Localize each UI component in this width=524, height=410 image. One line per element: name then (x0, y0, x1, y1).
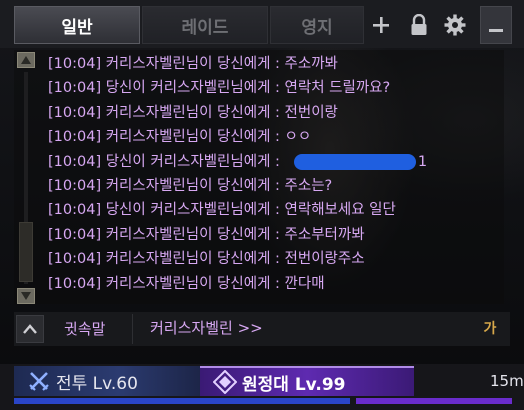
chat-message: [10:04] 커리스자벨린님이 당신에게 : 주소는? (48, 174, 504, 198)
expedition-exp-bar (356, 398, 512, 404)
message-text: 커리스자벨린님이 당신에게 : 깐다매 (105, 275, 325, 292)
crossed-swords-icon (26, 370, 52, 392)
chat-message: [10:04] 당신이 커리스자벨린님에게 : 연락처 드릴까요? (48, 76, 504, 100)
redaction-mark (293, 153, 416, 170)
chat-message: [10:04] 커리스자벨린님이 당신에게 : ㅇㅇ (48, 125, 504, 149)
plus-icon[interactable] (364, 6, 398, 44)
combat-level-tab[interactable]: 전투 Lv.60 (14, 366, 204, 396)
chat-scrollbar[interactable] (17, 52, 37, 304)
message-time: [10:04] (48, 56, 102, 72)
elapsed-time: 15m (490, 372, 524, 390)
chat-message: [10:04] 커리스자벨린님이 당신에게 : 주소까봐 (48, 52, 504, 76)
chat-message: [10:04] 커리스자벨린님이 당신에게 : 전번이랑주소 (48, 247, 504, 271)
expedition-level-label: 원정대 Lv.99 (242, 374, 346, 395)
message-text: 당신이 커리스자벨린님에게 : (105, 153, 280, 170)
gear-icon[interactable] (438, 6, 472, 44)
chat-message: [10:04] 커리스자벨린님이 당신에게 : 주소부터까봐 (48, 223, 504, 247)
expedition-level-tab[interactable]: 원정대 Lv.99 (200, 366, 414, 396)
minimize-icon[interactable] (480, 6, 512, 44)
message-text: 커리스자벨린님이 당신에게 : 주소는? (105, 177, 333, 194)
message-text: 커리스자벨린님이 당신에게 : ㅇㅇ (105, 129, 312, 146)
message-text: 커리스자벨린님이 당신에게 : 주소부터까봐 (105, 226, 365, 243)
message-time: [10:04] (48, 104, 102, 121)
input-divider (132, 314, 133, 344)
chevron-up-icon (23, 324, 37, 334)
tab-estate[interactable]: 영지 (270, 6, 364, 44)
message-time: [10:04] (48, 129, 102, 146)
chat-message: [10:04] 커리스자벨린님이 당신에게 : 전번이랑 (48, 101, 504, 125)
chat-text-input[interactable] (150, 314, 450, 342)
message-text: 당신이 커리스자벨린님에게 : 연락처 드릴까요? (105, 80, 391, 97)
combat-exp-bar (14, 398, 350, 404)
tab-general[interactable]: 일반 (14, 6, 140, 44)
chat-message-list: [10:04] 커리스자벨린님이 당신에게 : 주소까봐 [10:04] 당신이… (48, 52, 504, 296)
expedition-emblem-icon (212, 370, 238, 394)
message-text: 당신이 커리스자벨린님에게 : 연락해보세요 일단 (105, 202, 396, 219)
message-time: [10:04] (48, 226, 102, 243)
lock-icon[interactable] (402, 6, 436, 44)
scroll-thumb[interactable] (19, 222, 33, 282)
scroll-up-arrow-icon[interactable] (17, 52, 35, 68)
scroll-down-arrow-icon[interactable] (17, 288, 35, 304)
chat-message: [10:04] 커리스자벨린님이 당신에게 : 깐다매 (48, 272, 504, 296)
ime-toggle-button[interactable]: 가 (480, 318, 500, 340)
combat-level-label: 전투 Lv.60 (56, 373, 138, 394)
expand-chat-button[interactable] (16, 315, 44, 343)
message-time: [10:04] (48, 177, 102, 194)
chat-channel-selector[interactable]: 귓속말 (64, 318, 105, 340)
message-time: [10:04] (48, 251, 102, 268)
message-suffix: 1 (417, 153, 428, 170)
chat-message: [10:04] 당신이 커리스자벨린님에게 : 1 (48, 150, 504, 174)
message-time: [10:04] (48, 153, 102, 170)
chat-tab-bar: 일반 레이드 영지 (0, 0, 524, 48)
chat-message: [10:04] 당신이 커리스자벨린님에게 : 연락해보세요 일단 (48, 198, 504, 222)
message-time: [10:04] (48, 275, 102, 292)
tab-raid[interactable]: 레이드 (142, 6, 268, 44)
message-text: 커리스자벨린님이 당신에게 : 주소까봐 (105, 56, 338, 72)
message-text: 커리스자벨린님이 당신에게 : 전번이랑 (105, 104, 338, 121)
message-text: 커리스자벨린님이 당신에게 : 전번이랑주소 (105, 251, 365, 268)
message-time: [10:04] (48, 80, 102, 97)
message-time: [10:04] (48, 202, 102, 219)
